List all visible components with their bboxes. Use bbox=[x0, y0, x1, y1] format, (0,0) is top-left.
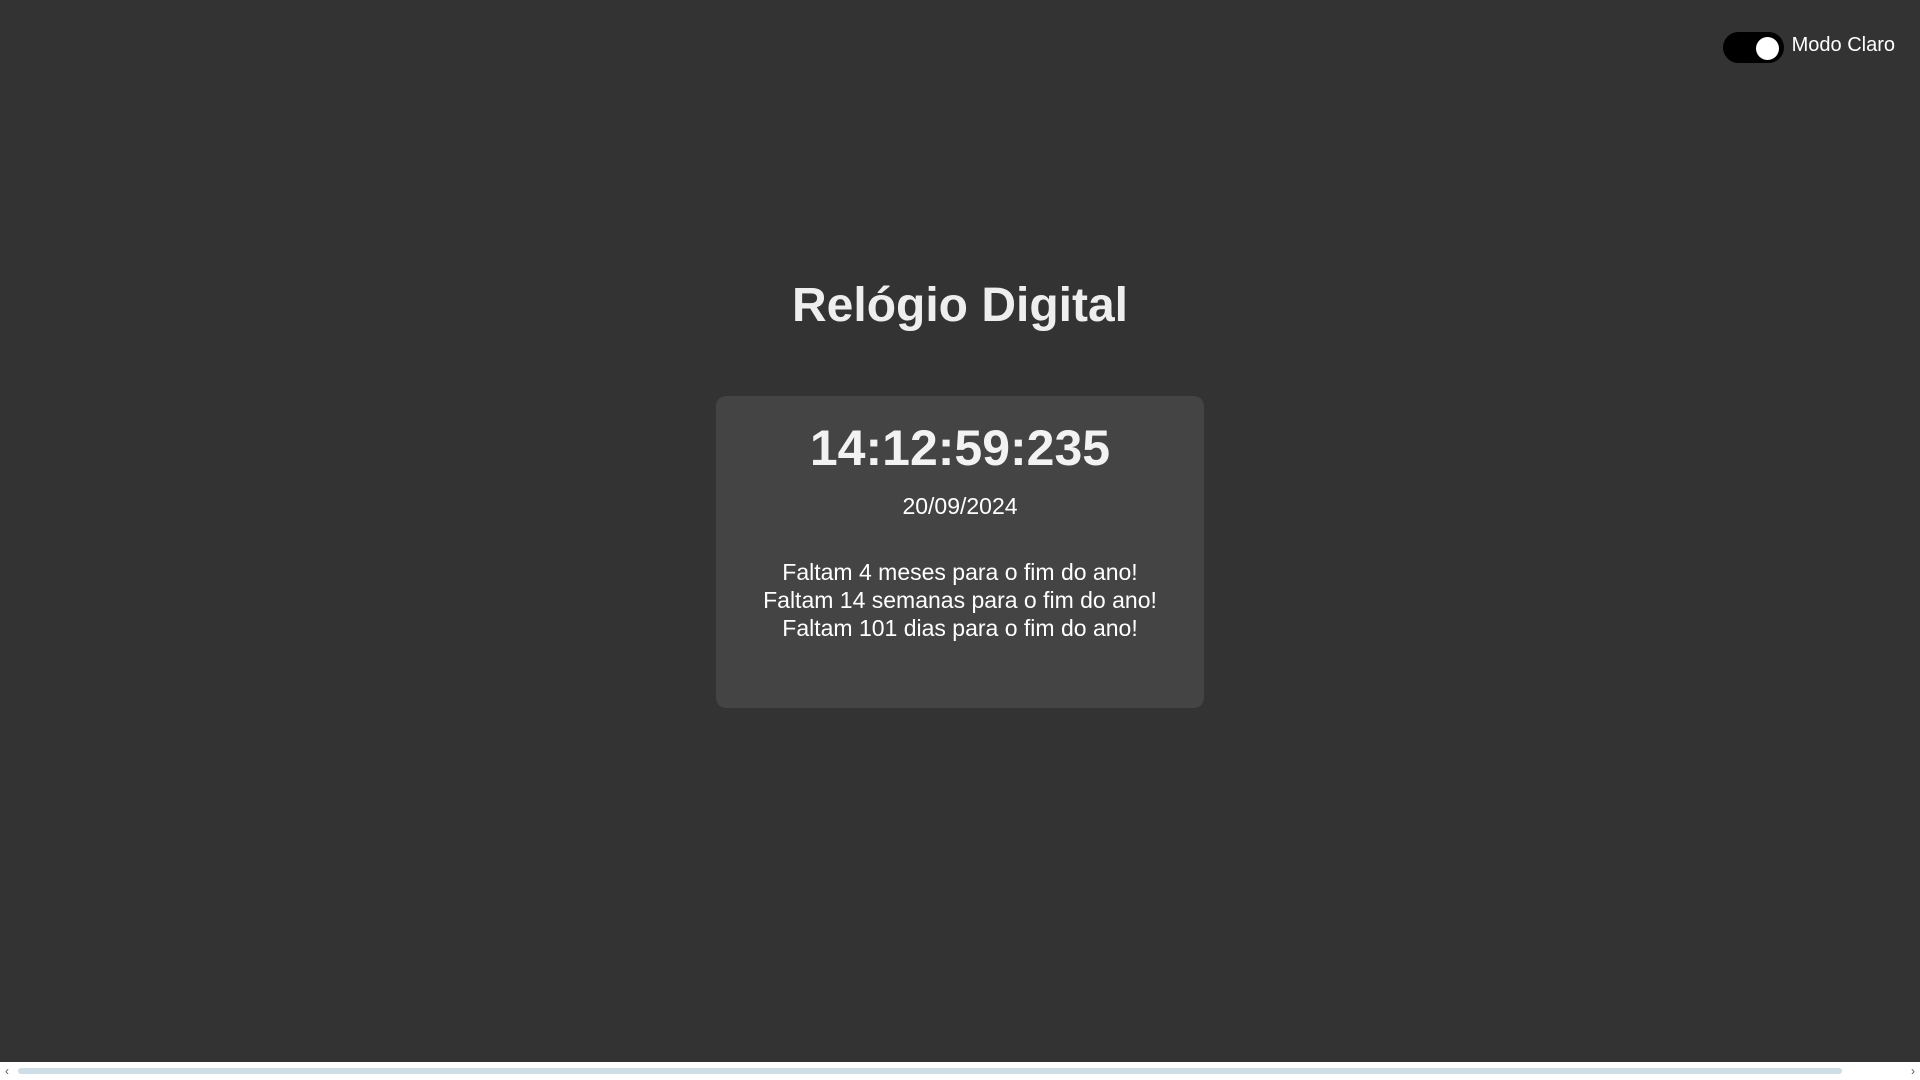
countdown-days: Faltam 101 dias para o fim do ano! bbox=[782, 615, 1138, 641]
clock-time: 14:12:59:235 bbox=[809, 420, 1111, 476]
dark-mode-switch[interactable] bbox=[1722, 32, 1784, 63]
countdown-weeks: Faltam 14 semanas para o fim do ano! bbox=[763, 587, 1157, 613]
scroll-right-icon[interactable]: › bbox=[1911, 1065, 1915, 1077]
switch-knob bbox=[1755, 37, 1779, 60]
clock-date: 20/09/2024 bbox=[902, 493, 1018, 519]
page-title: Relógio Digital bbox=[792, 279, 1128, 332]
scroll-left-icon[interactable]: ‹ bbox=[5, 1065, 9, 1077]
horizontal-scrollbar[interactable]: ‹ › bbox=[0, 1062, 1920, 1080]
theme-toggle[interactable]: Modo Claro bbox=[1722, 26, 1895, 63]
theme-toggle-label: Modo Claro bbox=[1791, 33, 1895, 56]
countdown-months: Faltam 4 meses para o fim do ano! bbox=[782, 559, 1138, 585]
clock-card: 14:12:59:235 20/09/2024 Faltam 4 meses p… bbox=[716, 396, 1204, 708]
scroll-thumb[interactable] bbox=[18, 1068, 1842, 1074]
countdown-list: Faltam 4 meses para o fim do ano! Faltam… bbox=[716, 558, 1204, 642]
